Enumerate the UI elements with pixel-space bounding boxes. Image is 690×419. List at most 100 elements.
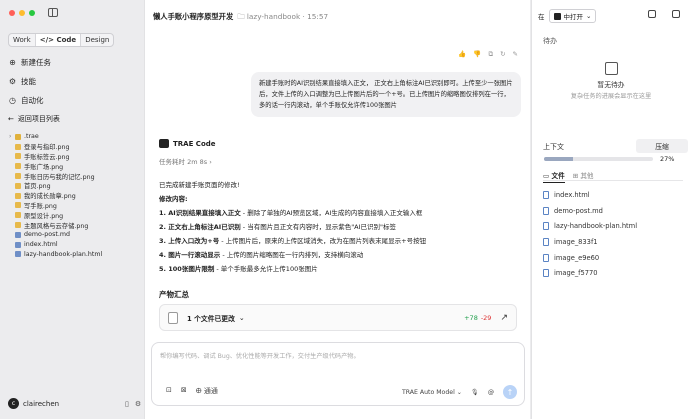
thumbs-up-icon[interactable]: 👍: [458, 50, 466, 59]
context-file-item[interactable]: index.html: [543, 187, 637, 203]
menu-skills[interactable]: ⚙ 技能: [8, 72, 138, 91]
send-button[interactable]: ↑: [503, 385, 517, 399]
retry-icon[interactable]: ↻: [500, 50, 505, 59]
change-title: 4. 图片一行滚动显示: [159, 251, 221, 259]
file-name: 我的成长勋章.png: [24, 193, 76, 201]
back-to-projects[interactable]: ← 返回项目列表: [8, 114, 60, 124]
change-item: 4. 图片一行滚动显示 - 上传的图片缩略图在一行内排列，支持横向滚动: [159, 248, 519, 262]
file-tree-item[interactable]: 手账标签云.png: [9, 152, 139, 162]
file-name: 手账标签云.png: [24, 153, 70, 161]
file-tree-item[interactable]: index.html: [9, 240, 139, 250]
change-item: 1. AI识别结果直接填入正文 - 删除了单独的AI预览区域，AI生成的内容直接…: [159, 206, 519, 220]
change-item: 2. 正文右上角标注AI已识别 - 当有图片且正文有内容时，显示紫色"AI已识别…: [159, 220, 519, 234]
image-file-icon: [15, 212, 21, 219]
agent-name: TRAE Code: [173, 139, 216, 148]
change-detail: - 单个手账最多允许上传100张图片: [214, 265, 318, 273]
tab-other[interactable]: ⊞ 其他: [573, 170, 594, 183]
edit-icon[interactable]: ✎: [513, 50, 518, 59]
changes-heading: 修改内容:: [159, 195, 188, 203]
user-profile[interactable]: c clairechen: [8, 398, 59, 409]
image-file-icon: [15, 163, 21, 170]
change-detail: - 上传的图片缩略图在一行内排列，支持横向滚动: [220, 251, 364, 259]
task-elapsed[interactable]: 任务耗时 2m 8s ›: [159, 156, 212, 166]
web-toggle[interactable]: 🜨 通通: [196, 383, 218, 397]
file-tree-item[interactable]: demo-post.md: [9, 230, 139, 240]
chat-input[interactable]: 帮你编写代码、调试 Bug、优化性能等开发工作，交付生产级代码产物。 ⊡ ⊠ 🜨…: [151, 342, 525, 406]
panel-toggle-icon[interactable]: [672, 10, 680, 18]
open-in-label: 在: [538, 13, 545, 21]
context-file-item[interactable]: image_e9e60: [543, 250, 637, 266]
model-selector[interactable]: TRAE Auto Model ⌄: [402, 389, 462, 396]
compress-button[interactable]: 压缩: [636, 139, 688, 153]
terminal-icon[interactable]: [648, 10, 656, 18]
document-icon: [543, 269, 549, 278]
copy-icon[interactable]: ⧉: [488, 50, 493, 59]
tab-files[interactable]: ▭ 文件: [543, 170, 565, 183]
open-in-button[interactable]: 中打开 ⌄: [548, 9, 597, 23]
microphone-icon[interactable]: 🎙: [471, 388, 479, 396]
file-tree-item[interactable]: lazy-handbook-plan.html: [9, 250, 139, 260]
phone-icon[interactable]: ▯: [125, 400, 129, 408]
image-icon[interactable]: ⊠: [181, 386, 187, 394]
context-file-item[interactable]: lazy-handbook-plan.html: [543, 218, 637, 234]
todo-icon: [604, 62, 618, 75]
mode-work[interactable]: Work: [9, 34, 36, 46]
mode-code-label: Code: [56, 36, 77, 44]
file-tree-item[interactable]: 写手账.png: [9, 201, 139, 211]
settings-icon[interactable]: ⚙: [135, 400, 141, 408]
minimize-window-button[interactable]: [19, 10, 25, 16]
file-tree-item[interactable]: 手账日历与我的记忆.png: [9, 171, 139, 181]
file-tree-item[interactable]: 主题风格与云存储.png: [9, 220, 139, 230]
context-file-item[interactable]: image_f5770: [543, 265, 637, 281]
back-label: 返回项目列表: [17, 115, 60, 123]
todo-title: 待办: [543, 37, 557, 45]
menu-automation[interactable]: ◷ 自动化: [8, 91, 138, 110]
maximize-window-button[interactable]: [29, 10, 35, 16]
document-icon: [543, 206, 549, 215]
menu-new-task[interactable]: ⊕ 新建任务: [8, 53, 138, 72]
context-file-name: index.html: [554, 190, 590, 199]
image-file-icon: [15, 153, 21, 160]
avatar: c: [8, 398, 19, 409]
change-title: 3. 上传入口改为+号: [159, 237, 220, 245]
artifact-card[interactable]: 1 个文件已更改 ⌄ +78 -29 ↗: [159, 304, 517, 331]
file-tree-item[interactable]: 我的成长勋章.png: [9, 191, 139, 201]
document-file-icon: [15, 251, 21, 258]
task-title: 懒人手账小程序原型开发: [153, 12, 234, 21]
attach-icon[interactable]: ⊡: [166, 386, 172, 394]
file-name: lazy-handbook-plan.html: [24, 250, 103, 258]
file-tree-item[interactable]: › .trae: [9, 132, 139, 142]
mode-switcher: Work </> Code Design: [8, 33, 115, 47]
thumbs-down-icon[interactable]: 👎: [473, 50, 481, 59]
change-title: 5. 100张图片限制: [159, 265, 215, 273]
elapsed-label: 任务耗时 2m 8s: [159, 158, 208, 166]
open-in-bar: 在 中打开 ⌄: [538, 9, 597, 23]
file-name: .trae: [24, 133, 39, 141]
main-pane: 懒人手账小程序原型开发 🗀 lazy-handbook · 15:57 👍 👎 ⧉…: [144, 0, 530, 419]
back-arrow-icon: ←: [8, 115, 14, 123]
file-name: index.html: [24, 241, 58, 249]
file-tab-icon: ▭: [543, 172, 552, 180]
artifact-title: 产物汇总: [159, 290, 189, 299]
context-file-name: image_833f1: [554, 237, 598, 246]
mode-design[interactable]: Design: [81, 34, 113, 46]
at-icon[interactable]: @: [488, 389, 494, 396]
todo-empty-label: 暂无待办: [597, 81, 625, 89]
file-tree-item[interactable]: 手账广场.png: [9, 161, 139, 171]
trae-logo-icon: [159, 139, 169, 148]
todo-empty-state: 暂无待办 复杂任务的进展会显示在这里: [561, 62, 661, 100]
open-external-icon[interactable]: ↗: [500, 313, 508, 323]
open-label: 中打开: [563, 13, 584, 21]
close-window-button[interactable]: [9, 10, 15, 16]
file-tree-item[interactable]: 登录与指印.png: [9, 142, 139, 152]
document-file-icon: [15, 241, 21, 248]
user-actions: ▯ ⚙: [125, 400, 141, 408]
file-tree-item[interactable]: 原型设计.png: [9, 210, 139, 220]
image-file-icon: [15, 173, 21, 180]
file-tree-item[interactable]: 首页.png: [9, 181, 139, 191]
mode-code[interactable]: </> Code: [35, 34, 82, 46]
sidebar-toggle-icon[interactable]: [48, 8, 58, 17]
context-file-item[interactable]: demo-post.md: [543, 203, 637, 219]
tab-other-label: 其他: [580, 172, 594, 180]
context-file-item[interactable]: image_833f1: [543, 234, 637, 250]
